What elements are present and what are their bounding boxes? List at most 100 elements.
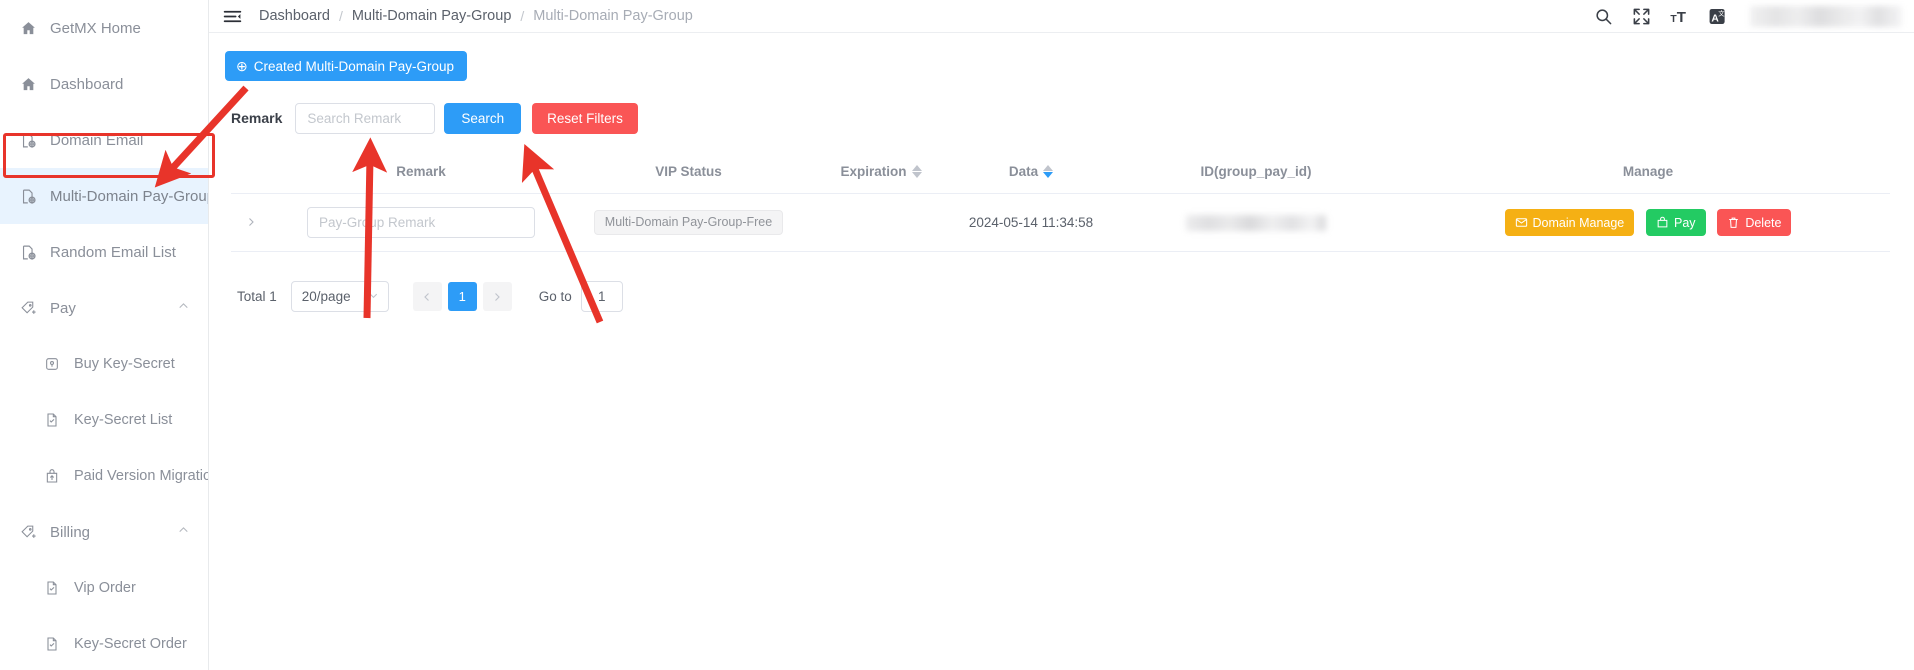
pay-group-table: Remark VIP Status Expiration Data ID(gro…: [231, 154, 1890, 252]
pay-button[interactable]: Pay: [1646, 209, 1706, 236]
delete-button[interactable]: Delete: [1717, 209, 1792, 236]
domain-manage-button[interactable]: Domain Manage: [1504, 209, 1635, 236]
sidebar-item-getmx-home[interactable]: GetMX Home: [0, 0, 208, 56]
pagination: Total 1 20/page 1 Go to 1: [225, 281, 1896, 312]
column-header-data[interactable]: Data: [956, 154, 1106, 194]
sidebar-item-label: Billing: [50, 523, 91, 541]
sidebar-item-vip-order[interactable]: Vip Order: [0, 560, 208, 616]
column-label: Manage: [1622, 164, 1674, 179]
page-size-value: 20/page: [301, 289, 351, 304]
table-body: Multi-Domain Pay-Group-Free 2024-05-14 1…: [231, 193, 1890, 252]
column-label: ID(group_pay_id): [1200, 164, 1312, 179]
sidebar-item-buy-key-secret[interactable]: Buy Key-Secret: [0, 336, 208, 392]
sidebar-item-key-secret-order[interactable]: Key-Secret Order: [0, 616, 208, 670]
sidebar-item-key-secret-list[interactable]: Key-Secret List: [0, 392, 208, 448]
sidebar-item-label: Key-Secret Order: [74, 635, 187, 652]
sidebar-item-label: Vip Order: [74, 579, 136, 596]
reset-filters-button[interactable]: Reset Filters: [532, 102, 638, 134]
breadcrumb-separator: /: [338, 8, 343, 24]
sort-toggle-expiration[interactable]: [911, 165, 922, 178]
sidebar-item-paid-version-migration[interactable]: Paid Version Migration: [0, 448, 208, 504]
create-multi-domain-pay-group-button[interactable]: ⊕ Created Multi-Domain Pay-Group: [225, 51, 468, 81]
data-table-container: Remark VIP Status Expiration Data ID(gro…: [225, 154, 1896, 252]
main-area: Dashboard / Multi-Domain Pay-Group / Mul…: [209, 0, 1914, 670]
bag-lock-icon: [1656, 216, 1669, 229]
row-remark-input[interactable]: [307, 207, 535, 238]
search-button[interactable]: Search: [444, 102, 522, 134]
sidebar-item-dashboard[interactable]: Dashboard: [0, 56, 208, 112]
envelope-icon: [1515, 216, 1528, 229]
sidebar-item-label: Buy Key-Secret: [74, 355, 175, 372]
cell-vip-status: Multi-Domain Pay-Group-Free: [571, 193, 806, 252]
cell-manage: Domain Manage Pay Delete: [1406, 193, 1890, 252]
column-header-id: ID(group_pay_id): [1106, 154, 1406, 194]
home-icon: [18, 74, 38, 94]
breadcrumb-item-multi-domain-pay-group[interactable]: Multi-Domain Pay-Group: [352, 8, 512, 24]
pagination-goto-input[interactable]: [580, 281, 623, 312]
chevron-down-icon: [368, 290, 379, 304]
doc-check-icon: [42, 578, 62, 598]
user-account-redacted[interactable]: [1750, 5, 1902, 27]
pagination-page-1[interactable]: 1: [447, 282, 477, 311]
filter-bar: Remark Search Reset Filters: [225, 102, 1896, 134]
column-header-vip-status: VIP Status: [571, 154, 806, 194]
trash-icon: [1727, 216, 1740, 229]
pagination-goto: Go to: [539, 281, 623, 312]
sidebar-group-billing[interactable]: Billing: [0, 504, 208, 560]
search-icon[interactable]: [1592, 5, 1614, 27]
group-pay-id-redacted: [1186, 214, 1326, 231]
pagination-buttons: 1: [412, 282, 512, 311]
chevron-up-icon: [177, 300, 190, 317]
search-remark-input[interactable]: [295, 102, 436, 134]
domain-globe-icon: [18, 130, 38, 150]
chevron-right-icon[interactable]: [245, 215, 257, 231]
breadcrumb-separator: /: [520, 8, 525, 24]
column-label: VIP Status: [655, 164, 722, 179]
pagination-total: Total 1: [237, 289, 277, 304]
page-size-select[interactable]: 20/page: [290, 281, 389, 312]
page-content: ⊕ Created Multi-Domain Pay-Group Remark …: [209, 33, 1914, 312]
topbar-actions: T T A 文: [1592, 5, 1902, 27]
column-label: Expiration: [840, 164, 907, 179]
app-root: GetMX Home Dashboard Domain Email Multi-…: [0, 0, 1914, 670]
cell-remark: [271, 193, 571, 252]
create-button-label: Created Multi-Domain Pay-Group: [253, 58, 455, 74]
status-badge: Multi-Domain Pay-Group-Free: [593, 210, 784, 235]
sidebar-item-label: Paid Version Migration: [74, 467, 209, 484]
pagination-next-button[interactable]: [482, 282, 512, 311]
translate-icon[interactable]: A 文: [1706, 5, 1728, 27]
sidebar-group-pay[interactable]: Pay: [0, 280, 208, 336]
domain-manage-label: Domain Manage: [1532, 215, 1625, 230]
svg-text:文: 文: [1718, 8, 1725, 17]
table-header-row: Remark VIP Status Expiration Data ID(gro…: [231, 154, 1890, 194]
topbar: Dashboard / Multi-Domain Pay-Group / Mul…: [209, 0, 1914, 33]
sidebar-item-random-email-list[interactable]: Random Email List: [0, 224, 208, 280]
sort-toggle-data[interactable]: [1043, 165, 1054, 178]
sidebar: GetMX Home Dashboard Domain Email Multi-…: [0, 0, 209, 670]
doc-check-icon: [42, 634, 62, 654]
domain-globe-icon: [18, 186, 38, 206]
table-header: Remark VIP Status Expiration Data ID(gro…: [231, 154, 1890, 194]
column-header-remark: Remark: [271, 154, 571, 194]
tag-plus-icon: [18, 522, 38, 542]
sidebar-item-label: Pay: [50, 299, 76, 317]
sidebar-item-label: Domain Email: [50, 131, 144, 149]
cell-id: [1106, 193, 1406, 252]
home-icon: [18, 18, 38, 38]
cell-data: 2024-05-14 11:34:58: [956, 193, 1106, 252]
pagination-prev-button[interactable]: [412, 282, 442, 311]
breadcrumb: Dashboard / Multi-Domain Pay-Group / Mul…: [259, 8, 693, 24]
column-header-manage: Manage: [1406, 154, 1890, 194]
font-size-icon[interactable]: T T: [1668, 5, 1690, 27]
sidebar-item-label: Random Email List: [50, 243, 176, 261]
breadcrumb-item-current: Multi-Domain Pay-Group: [533, 8, 693, 24]
hamburger-collapse-icon[interactable]: [219, 5, 245, 27]
pay-label: Pay: [1674, 215, 1696, 230]
plus-circle-icon: ⊕: [236, 58, 248, 74]
chevron-up-icon: [177, 524, 190, 541]
sidebar-item-domain-email[interactable]: Domain Email: [0, 112, 208, 168]
sidebar-item-multi-domain-pay-group[interactable]: Multi-Domain Pay-Group: [0, 168, 208, 224]
breadcrumb-item-dashboard[interactable]: Dashboard: [259, 8, 330, 24]
fullscreen-icon[interactable]: [1630, 5, 1652, 27]
column-header-expiration[interactable]: Expiration: [806, 154, 956, 194]
